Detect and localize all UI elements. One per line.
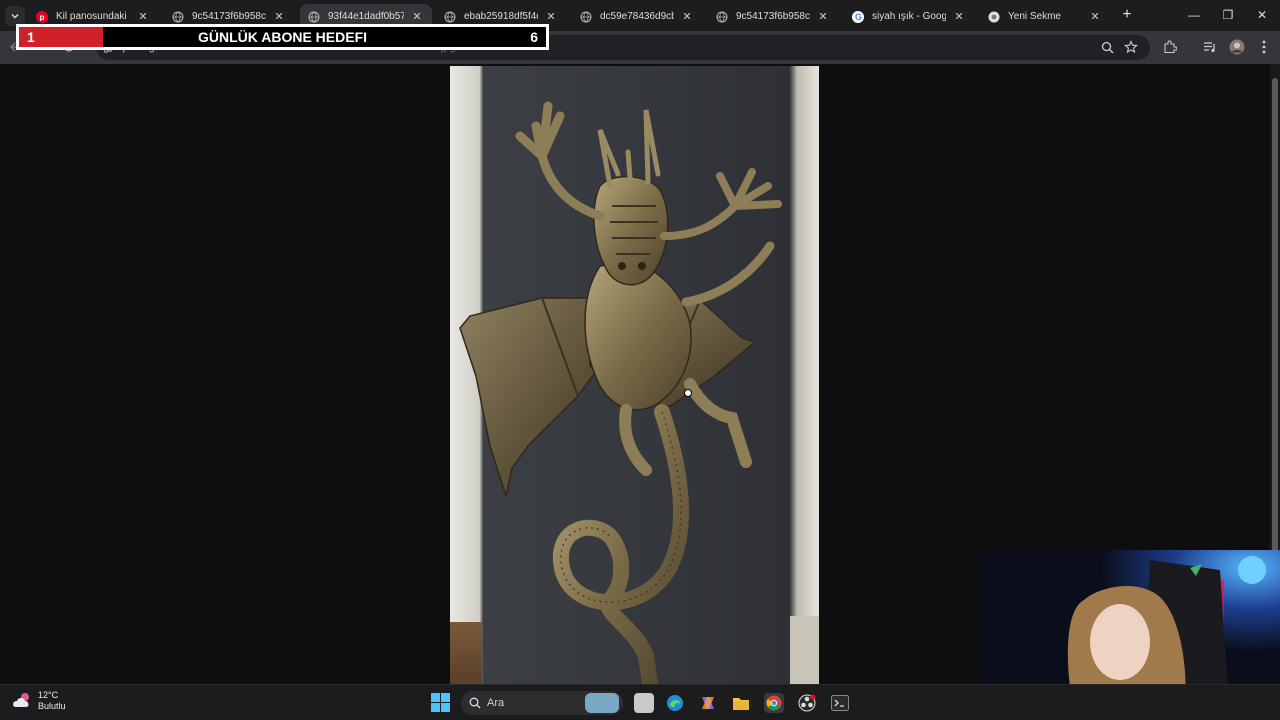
tab-title: 9c54173f6b958c8b5 [736,11,810,22]
close-window-button[interactable]: ✕ [1252,6,1272,24]
weather-widget[interactable]: 12°C Bulutlu [12,690,66,712]
tab-new-tab-page[interactable]: Yeni Sekme ✕ [980,4,1110,29]
globe-icon [308,11,320,23]
minimize-button[interactable]: — [1184,6,1204,24]
tab-title: ebab25918df5f4da0 [464,11,538,22]
bookmark-star-icon[interactable] [1122,38,1140,56]
cloudy-weather-icon [13,693,29,707]
tab-image-4[interactable]: 9c54173f6b958c8b5 ✕ [708,4,838,29]
svg-text:p: p [40,13,45,21]
media-control-button[interactable] [1201,38,1219,56]
avatar-icon [1229,39,1245,55]
close-icon[interactable]: ✕ [816,10,830,23]
profile-avatar[interactable] [1228,38,1246,56]
chevron-down-icon [11,14,19,19]
scrollbar-thumb[interactable] [1272,78,1278,598]
pinterest-icon: p [36,10,48,23]
subscriber-goal-widget: 1 GÜNLÜK ABONE HEDEFI 6 [16,24,549,50]
extensions-button[interactable] [1161,38,1179,56]
goal-title: GÜNLÜK ABONE HEDEFI [197,29,368,45]
tab-title: siyah ışık - Google'd [872,11,946,22]
tab-google-search[interactable]: G siyah ışık - Google'd ✕ [844,4,974,29]
globe-icon [580,11,592,23]
edge-icon[interactable] [665,693,685,713]
more-vertical-icon [1262,40,1266,54]
google-icon: G [852,10,864,23]
search-highlight-icon [585,693,619,713]
tab-title: dc59e78436d9cba67 [600,11,674,22]
tab-title: Kil panosundaki Pin [56,11,130,22]
close-icon[interactable]: ✕ [136,10,150,23]
playlist-icon [1204,42,1215,53]
terminal-icon[interactable] [830,693,850,713]
dragon-sculpture-image[interactable] [450,66,819,684]
tab-title: 9c54173f6b958c8b5 [192,11,266,22]
new-tab-button[interactable]: + [1118,6,1136,24]
tab-title: Yeni Sekme [1008,11,1061,22]
goal-target-count: 6 [530,29,538,45]
chrome-icon [988,11,1000,23]
weather-condition: Bulutlu [38,701,66,711]
globe-icon [444,11,456,23]
restore-button[interactable]: ❐ [1218,6,1238,24]
search-icon [469,697,481,709]
chrome-icon[interactable] [764,693,784,713]
close-icon[interactable]: ✕ [952,10,966,23]
windows-logo-icon [431,693,450,712]
zoom-icon[interactable] [1098,38,1116,56]
close-icon[interactable]: ✕ [1088,10,1102,23]
task-view-icon[interactable] [634,693,654,713]
goal-progress-track: 1 GÜNLÜK ABONE HEDEFI 6 [19,27,546,47]
obs-icon[interactable] [797,693,817,713]
close-icon[interactable]: ✕ [410,10,424,23]
globe-icon [716,11,728,23]
close-icon[interactable]: ✕ [680,10,694,23]
tab-image-3[interactable]: dc59e78436d9cba67 ✕ [572,4,702,29]
windows-taskbar: 12°C Bulutlu Ara [0,684,1280,720]
tab-search-button[interactable] [5,6,25,26]
globe-icon [172,11,184,23]
tab-title: 93f44e1dadf0b5785 [328,11,404,22]
start-button[interactable] [431,693,450,712]
search-placeholder: Ara [487,697,505,709]
copilot-icon[interactable] [698,693,718,713]
file-explorer-icon[interactable] [731,693,751,713]
weather-temperature: 12°C [38,690,59,700]
close-icon[interactable]: ✕ [544,10,558,23]
puzzle-icon [1164,40,1177,54]
menu-button[interactable] [1255,38,1273,56]
taskbar-search[interactable]: Ara [461,691,623,715]
close-icon[interactable]: ✕ [272,10,286,23]
svg-text:G: G [855,12,862,21]
